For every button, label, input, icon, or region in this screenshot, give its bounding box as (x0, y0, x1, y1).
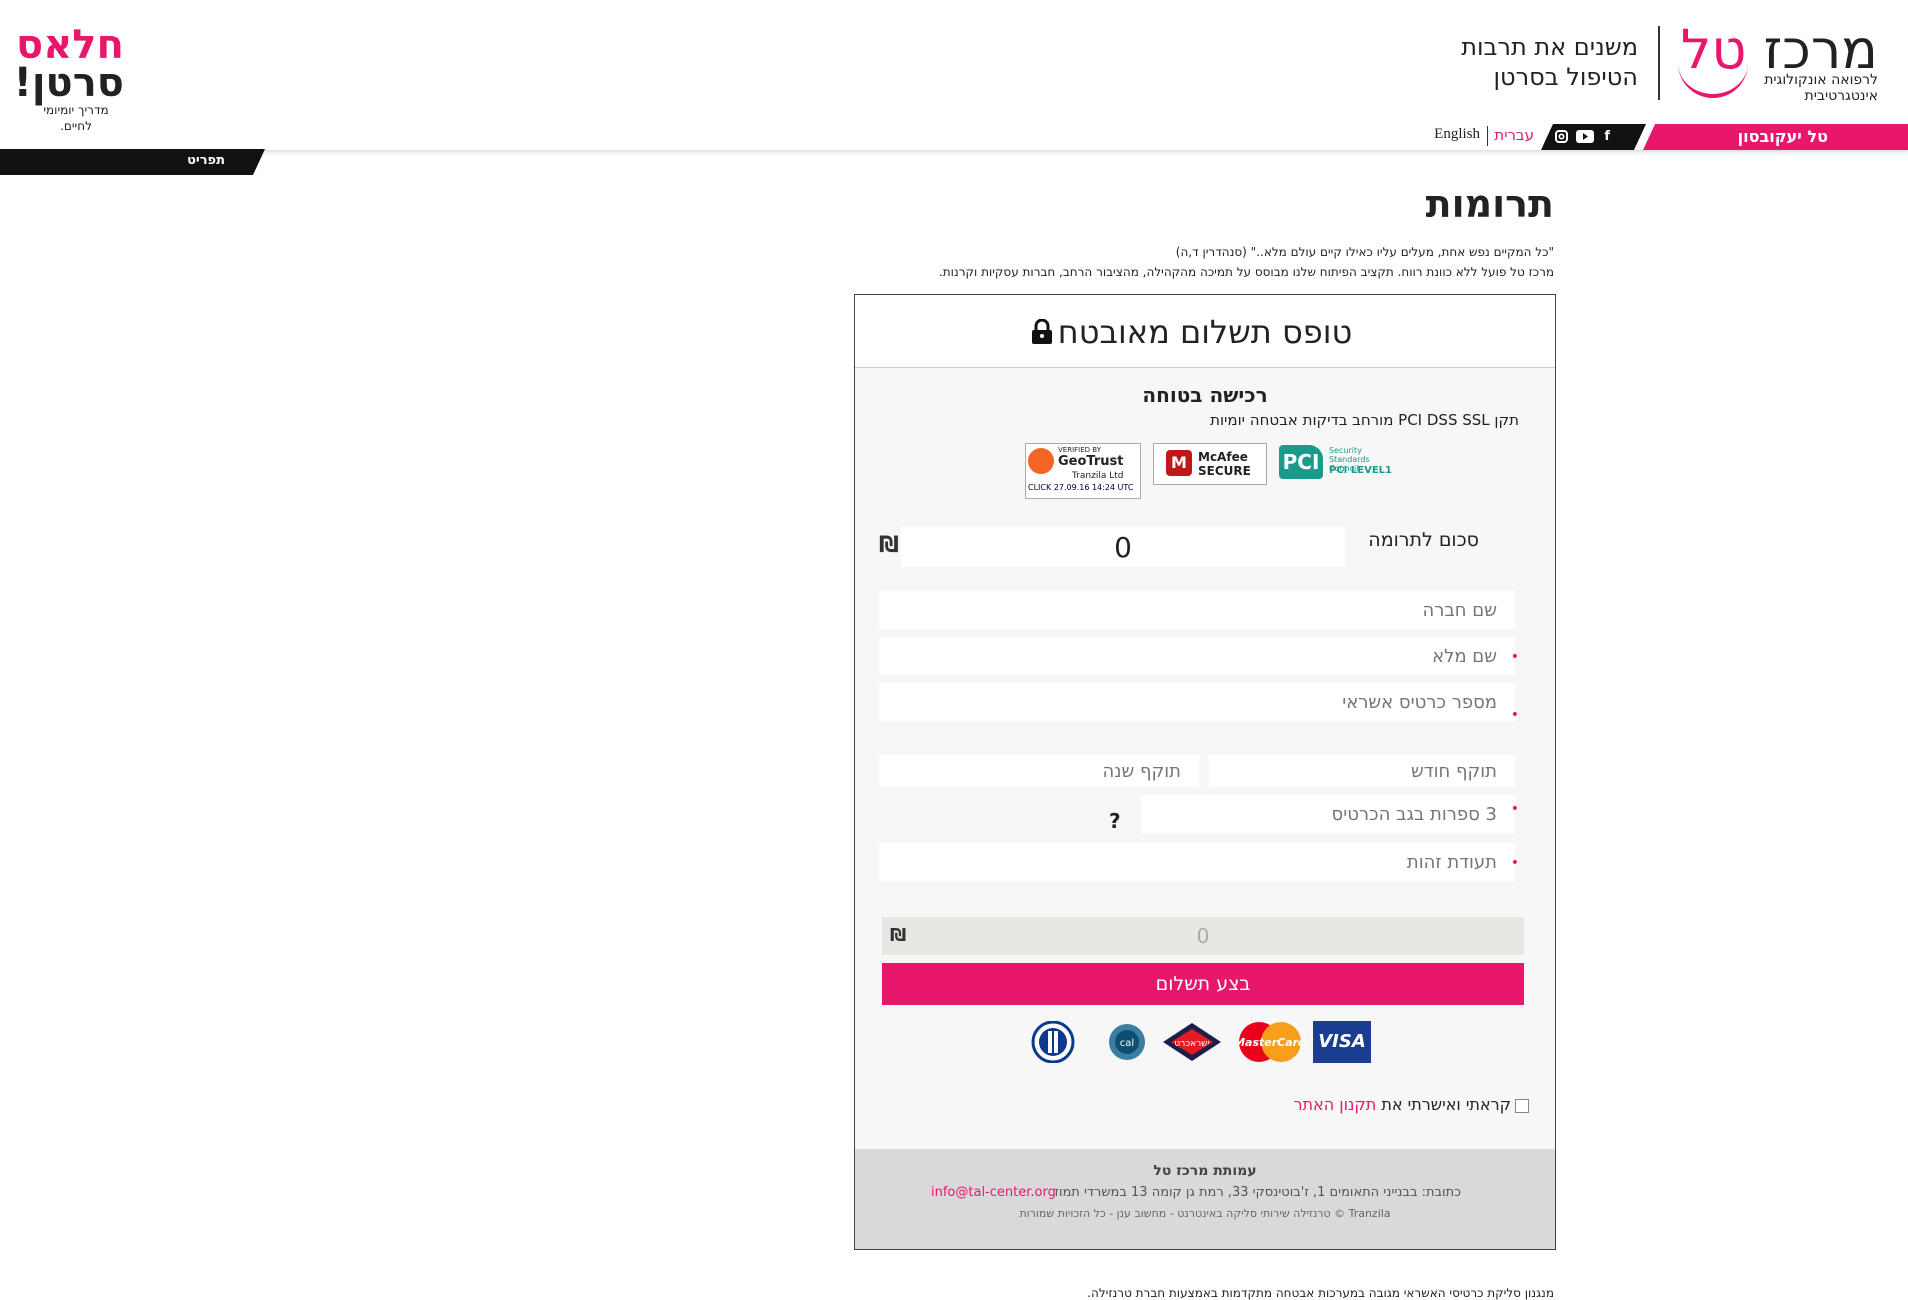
expiry-month-field[interactable] (1209, 755, 1515, 787)
cvv-help-icon[interactable]: ? (1109, 809, 1121, 833)
person-link-bar[interactable]: טל יעקובסון (1643, 124, 1908, 150)
total-display: 0 ₪ (882, 917, 1524, 955)
company-name-field[interactable] (879, 591, 1515, 629)
person-link[interactable]: טל יעקובסון (1738, 127, 1828, 146)
youtube-icon[interactable] (1576, 130, 1594, 147)
terms-checkbox[interactable] (1515, 1098, 1529, 1113)
full-name-field[interactable] (879, 637, 1515, 675)
id-number-field[interactable] (879, 843, 1515, 881)
bottom-note: מנגנון סליקת כרטיסי האשראי מגובה במערכות… (1087, 1286, 1554, 1300)
logo-subtitle: לרפואה אונקולוגית אינטגרטיבית (1764, 72, 1878, 104)
shekel-icon: ₪ (879, 533, 899, 558)
site-header: מרכז טל לרפואה אונקולוגית אינטגרטיבית מש… (0, 0, 1908, 150)
terms-text: קראתי ואישרתי את (1376, 1095, 1511, 1114)
visa-icon: VISA (1313, 1021, 1371, 1063)
footer-address: כתובת: בבנייני התאומים 1, ז'בוטינסקי 33,… (1054, 1185, 1461, 1200)
isracard-icon: ישראכרט (1161, 1021, 1223, 1063)
expiry-year-field[interactable] (879, 755, 1199, 787)
required-marker: • (1510, 855, 1519, 871)
pay-button[interactable]: בצע תשלום (882, 963, 1524, 1005)
lang-hebrew-link[interactable]: עברית (1494, 126, 1534, 144)
menu-label[interactable]: תפריט (187, 153, 225, 168)
diners-icon (1025, 1020, 1081, 1064)
card-number-field[interactable] (879, 683, 1515, 721)
instagram-icon[interactable] (1555, 130, 1568, 147)
geotrust-icon (1028, 448, 1054, 474)
geotrust-label-1: VERIFIED BY (1058, 446, 1101, 454)
lang-separator (1487, 126, 1488, 146)
shekel-icon: ₪ (890, 925, 907, 946)
page-intro: מרכז טל פועל ללא כוונת רווח. תקציב הפיתו… (938, 265, 1554, 279)
secure-purchase-subtitle: תקן PCI DSS SSL מורחב בדיקות אבטחה יומיו… (1210, 411, 1519, 429)
tal-center-logo[interactable]: מרכז טל לרפואה אונקולוגית אינטגרטיבית (1668, 22, 1878, 104)
cvv-field[interactable] (1141, 795, 1515, 833)
required-marker: • (1510, 649, 1519, 665)
required-marker: • (1510, 801, 1519, 817)
pci-label-level: PCI LEVEL1 (1329, 465, 1392, 476)
geotrust-label-4: CLICK 27.09.16 14:24 UTC (1028, 483, 1134, 492)
pci-icon: PCI (1279, 445, 1323, 479)
form-footer: עמותת מרכז טל כתובת: בבנייני התאומים 1, … (855, 1149, 1555, 1249)
mcafee-icon: M (1166, 450, 1192, 476)
svg-text:cal: cal (1120, 1038, 1134, 1049)
geotrust-label-2: GeoTrust (1058, 454, 1124, 469)
terms-link[interactable]: תקנון האתר (1293, 1095, 1376, 1114)
left-logo-line-2: סרטן! (13, 60, 124, 106)
facebook-icon[interactable]: f (1604, 129, 1610, 144)
mastercard-icon: MasterCard (1234, 1021, 1306, 1063)
card-logos: VISA MasterCard ישראכרט cal (855, 1020, 1555, 1065)
footer-copyright: Tranzila © טרנזילה שירותי סליקה באינטרנט… (1019, 1207, 1391, 1220)
tagline-line-2: הטיפול בסרטן (1493, 63, 1638, 91)
geotrust-label-3: Tranzila Ltd (1072, 471, 1124, 481)
tagline-line-1: משנים את תרבות (1461, 33, 1638, 61)
chalas-sartan-logo[interactable]: חלאס סרטן! מדריך יומיומי לחיים. (13, 22, 124, 133)
terms-row: קראתי ואישרתי את תקנון האתר (1293, 1095, 1529, 1114)
secure-purchase-title: רכישה בטוחה (1142, 383, 1268, 407)
payment-form: טופס תשלום מאובטח רכישה בטוחה תקן PCI DS… (854, 294, 1556, 1250)
geotrust-badge[interactable]: VERIFIED BY GeoTrust Tranzila Ltd CLICK … (1025, 443, 1141, 499)
cal-icon: cal (1105, 1021, 1149, 1063)
svg-text:MasterCard: MasterCard (1235, 1036, 1305, 1049)
page-title: תרומות (1425, 182, 1554, 226)
lock-icon (1032, 319, 1052, 344)
required-marker: • (1510, 707, 1519, 723)
lang-english-link[interactable]: English (1434, 126, 1480, 143)
mcafee-badge[interactable]: M McAfee SECURE (1153, 443, 1267, 485)
form-header: טופס תשלום מאובטח (855, 295, 1555, 368)
page-quote: "כל המקיים נפש אחת, מעלים עליו כאילו קיי… (1175, 245, 1554, 259)
logo-smile-icon (1678, 62, 1748, 98)
amount-input[interactable] (901, 527, 1345, 567)
social-bar: f (1541, 124, 1646, 150)
amount-label: סכום לתרומה (1368, 529, 1479, 551)
total-value: 0 (1196, 924, 1210, 948)
tagline: משנים את תרבות הטיפול בסרטן (1461, 32, 1638, 92)
left-logo-line-3: מדריך יומיומי לחיים. (43, 103, 109, 133)
form-title: טופס תשלום מאובטח (1057, 313, 1353, 351)
svg-text:ישראכרט: ישראכרט (1174, 1039, 1209, 1049)
footer-email-link[interactable]: info@tal-center.org (931, 1185, 1056, 1200)
menu-bar[interactable]: תפריט (0, 149, 265, 175)
logo-divider (1658, 26, 1660, 100)
pci-badge[interactable]: PCI Security Standards Council PCI LEVEL… (1277, 443, 1395, 483)
footer-title: עמותת מרכז טל (1153, 1163, 1257, 1179)
left-logo-line-1: חלאס (16, 22, 124, 68)
mcafee-label: McAfee SECURE (1198, 450, 1251, 478)
